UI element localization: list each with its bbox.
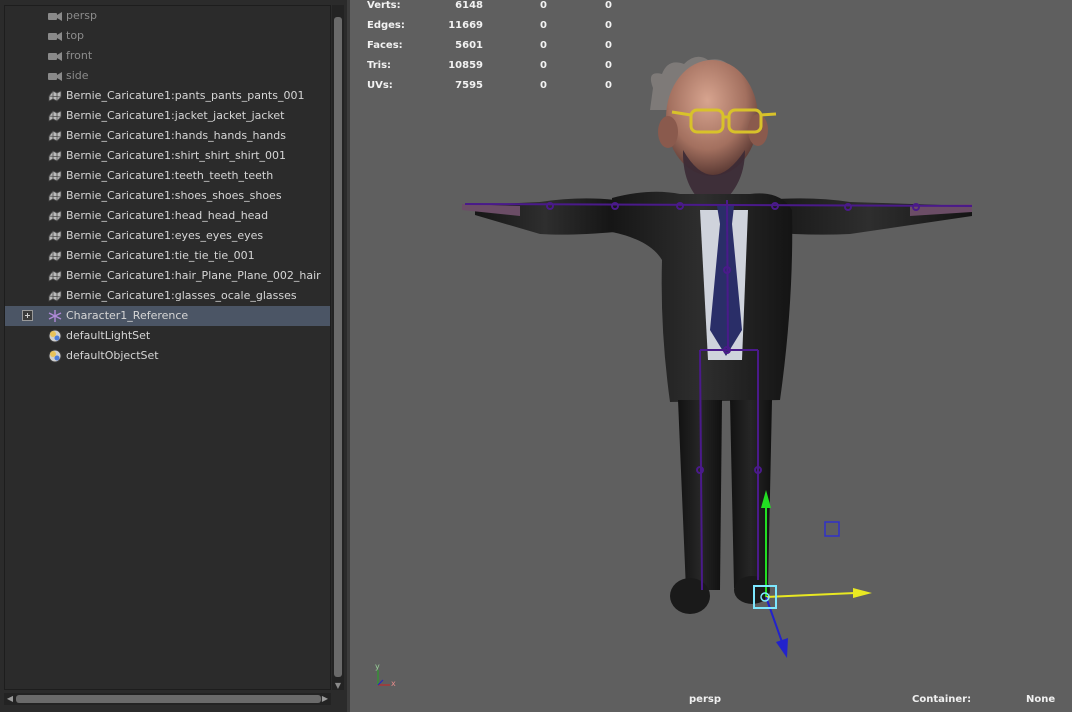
outliner-item[interactable]: top [5,26,330,46]
viewport-persp[interactable]: Verts: 6148 0 0 Edges: 11669 0 0 Faces: 5601 0 0 Tri… [347,0,1072,712]
scroll-right-arrow-icon[interactable]: ▶ [320,693,330,705]
vertical-scrollbar[interactable]: ▼ [332,5,344,690]
outliner-item[interactable]: Bernie_Caricature1:glasses_ocale_glasses [5,286,330,306]
outliner-item[interactable]: Bernie_Caricature1:hands_hands_hands [5,126,330,146]
outliner-item[interactable]: front [5,46,330,66]
mesh-icon [47,149,63,163]
outliner-item-label: Bernie_Caricature1:jacket_jacket_jacket [66,109,285,122]
outliner-item[interactable]: defaultObjectSet [5,346,330,366]
manip-plane-handle[interactable] [824,521,840,537]
character-shoe-right [734,576,770,604]
mesh-icon [47,89,63,103]
scroll-left-arrow-icon[interactable]: ◀ [5,693,15,705]
outliner-item[interactable]: Bernie_Caricature1:teeth_teeth_teeth [5,166,330,186]
set-icon [47,329,63,343]
mesh-icon [47,109,63,123]
horizontal-scrollbar[interactable]: ◀ ▶ [4,693,331,705]
outliner-list: persp top front side Bernie_Caricature1:pant… [4,5,331,690]
vertical-scrollbar-thumb[interactable] [334,17,342,677]
mesh-icon [47,189,63,203]
mesh-icon [47,249,63,263]
set-icon [47,349,63,363]
scene-view[interactable]: y x [350,0,1072,690]
camera-icon [47,69,63,83]
character-shoe-left [670,578,710,614]
outliner-item[interactable]: Bernie_Caricature1:pants_pants_pants_001 [5,86,330,106]
outliner-item-label: Bernie_Caricature1:teeth_teeth_teeth [66,169,274,182]
axis-x-label: x [391,679,396,688]
outliner-item[interactable]: persp [5,6,330,26]
outliner-item-label: Bernie_Caricature1:eyes_eyes_eyes [66,229,264,242]
outliner-item-label: Bernie_Caricature1:shirt_shirt_shirt_001 [66,149,287,162]
outliner-item-label: defaultObjectSet [66,349,159,362]
camera-name: persp [689,694,721,705]
outliner-item[interactable]: side [5,66,330,86]
character-arm-right [765,198,972,235]
outliner-item[interactable]: Bernie_Caricature1:shoes_shoes_shoes [5,186,330,206]
horizontal-scrollbar-thumb[interactable] [16,695,321,703]
manip-x-arrow-icon[interactable] [853,588,872,598]
outliner-item-label: persp [66,9,97,22]
container-value: None [1026,694,1056,705]
mesh-icon [47,269,63,283]
outliner-panel: persp top front side Bernie_Caricature1:pant… [0,0,347,712]
outliner-item[interactable]: Bernie_Caricature1:hair_Plane_Plane_002_… [5,266,330,286]
camera-icon [47,29,63,43]
outliner-item[interactable]: Bernie_Caricature1:tie_tie_tie_001 [5,246,330,266]
outliner-item-label: Bernie_Caricature1:tie_tie_tie_001 [66,249,255,262]
outliner-item[interactable]: defaultLightSet [5,326,330,346]
outliner-item-label: front [66,49,93,62]
outliner-item-label: Bernie_Caricature1:hands_hands_hands [66,129,286,142]
outliner-item[interactable]: Bernie_Caricature1:jacket_jacket_jacket [5,106,330,126]
container-label: Container: [912,694,972,705]
outliner-item-label: Bernie_Caricature1:glasses_ocale_glasses [66,289,297,302]
mesh-icon [47,229,63,243]
outliner-item-label: side [66,69,89,82]
view-axis-gizmo: y x [375,662,396,688]
outliner-item[interactable]: Bernie_Caricature1:eyes_eyes_eyes [5,226,330,246]
axis-y-label: y [375,662,380,671]
outliner-item-label: Bernie_Caricature1:shoes_shoes_shoes [66,189,282,202]
mesh-icon [47,289,63,303]
scroll-down-arrow-icon[interactable]: ▼ [334,682,342,690]
viewport-status-bar: persp Container: None [350,690,1072,712]
camera-icon [47,49,63,63]
camera-icon [47,9,63,23]
outliner-item[interactable]: Character1_Reference [5,306,330,326]
mesh-icon [47,129,63,143]
outliner-item-label: top [66,29,85,42]
outliner-item[interactable]: Bernie_Caricature1:head_head_head [5,206,330,226]
outliner-item-label: Bernie_Caricature1:head_head_head [66,209,269,222]
expand-plus-icon[interactable] [22,310,33,321]
mesh-icon [47,169,63,183]
outliner-item-label: Character1_Reference [66,309,189,322]
mesh-icon [47,209,63,223]
outliner-item[interactable]: Bernie_Caricature1:shirt_shirt_shirt_001 [5,146,330,166]
outliner-item-label: defaultLightSet [66,329,151,342]
joint-icon [47,309,63,323]
manip-z-arrow-icon[interactable] [776,638,788,658]
character-ear-left [658,116,678,148]
outliner-item-label: Bernie_Caricature1:pants_pants_pants_001 [66,89,305,102]
move-manipulator[interactable] [753,490,872,658]
outliner-item-label: Bernie_Caricature1:hair_Plane_Plane_002_… [66,269,321,282]
